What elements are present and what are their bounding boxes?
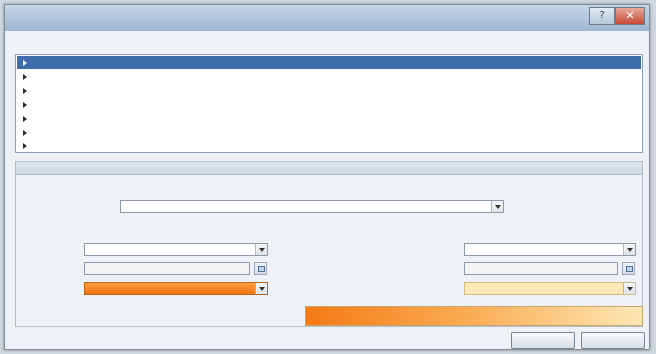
rule-type-item-label — [33, 72, 333, 81]
cancel-button-label — [582, 337, 644, 345]
minimum-value-field[interactable] — [84, 262, 250, 275]
rule-description-title — [22, 164, 222, 173]
rule-type-item[interactable] — [17, 70, 641, 83]
rule-type-item[interactable] — [17, 98, 641, 111]
minimum-color-picker[interactable] — [84, 282, 268, 295]
minimum-value-placeholder — [88, 265, 235, 273]
rule-type-item[interactable] — [17, 126, 641, 139]
rule-type-item-label — [33, 86, 393, 95]
minimum-range-picker-button[interactable] — [254, 262, 267, 275]
rule-type-item-label — [33, 128, 353, 137]
maximum-header — [464, 222, 614, 231]
gradient-preview — [305, 306, 643, 326]
rule-type-item-label — [33, 141, 353, 150]
close-button[interactable]: ✕ — [615, 7, 645, 25]
maximum-type-value — [468, 246, 621, 254]
rule-type-item-label — [33, 100, 343, 109]
ok-button[interactable] — [511, 332, 575, 349]
bullet-icon — [23, 102, 27, 108]
preview-label — [24, 312, 300, 321]
maximum-color-picker[interactable] — [464, 282, 636, 295]
rule-description-panel — [15, 161, 643, 327]
format-style-value — [124, 203, 489, 211]
rule-type-list[interactable] — [15, 54, 643, 153]
help-icon: ? — [599, 10, 605, 21]
minimum-type-value — [88, 246, 253, 254]
bullet-icon — [23, 116, 27, 122]
format-all-label — [24, 182, 184, 191]
rule-type-item-label — [33, 58, 153, 67]
maximum-type-select[interactable] — [464, 243, 636, 256]
rule-type-item[interactable] — [17, 84, 641, 97]
rule-type-label — [15, 41, 215, 50]
help-button[interactable]: ? — [589, 7, 615, 25]
rule-type-item[interactable] — [17, 139, 641, 152]
chevron-down-icon — [255, 283, 267, 294]
color-label — [24, 285, 80, 294]
format-style-select[interactable] — [120, 200, 504, 213]
close-icon: ✕ — [625, 9, 635, 22]
conditional-format-dialog: ? ✕ — [4, 4, 650, 350]
bullet-icon — [23, 74, 27, 80]
chevron-down-icon — [255, 244, 267, 255]
title-bar[interactable]: ? ✕ — [5, 5, 649, 31]
rule-type-item[interactable] — [17, 56, 641, 69]
rule-description-header — [16, 162, 642, 175]
cancel-button[interactable] — [581, 332, 645, 349]
maximum-range-picker-button[interactable] — [622, 262, 635, 275]
ok-button-label — [512, 337, 574, 345]
chevron-down-icon — [491, 201, 503, 212]
type-label — [24, 246, 80, 255]
minimum-type-select[interactable] — [84, 243, 268, 256]
chevron-down-icon — [623, 283, 635, 294]
rule-type-item[interactable] — [17, 112, 641, 125]
rule-type-item-label — [33, 114, 333, 123]
bullet-icon — [23, 143, 27, 149]
value-label — [24, 265, 80, 274]
format-style-label — [24, 203, 116, 212]
minimum-header — [84, 222, 234, 231]
chevron-down-icon — [623, 244, 635, 255]
bullet-icon — [23, 130, 27, 136]
bullet-icon — [23, 88, 27, 94]
bullet-icon — [23, 60, 27, 66]
maximum-value-field[interactable] — [464, 262, 618, 275]
dialog-title — [13, 12, 193, 23]
maximum-value-placeholder — [468, 265, 603, 273]
